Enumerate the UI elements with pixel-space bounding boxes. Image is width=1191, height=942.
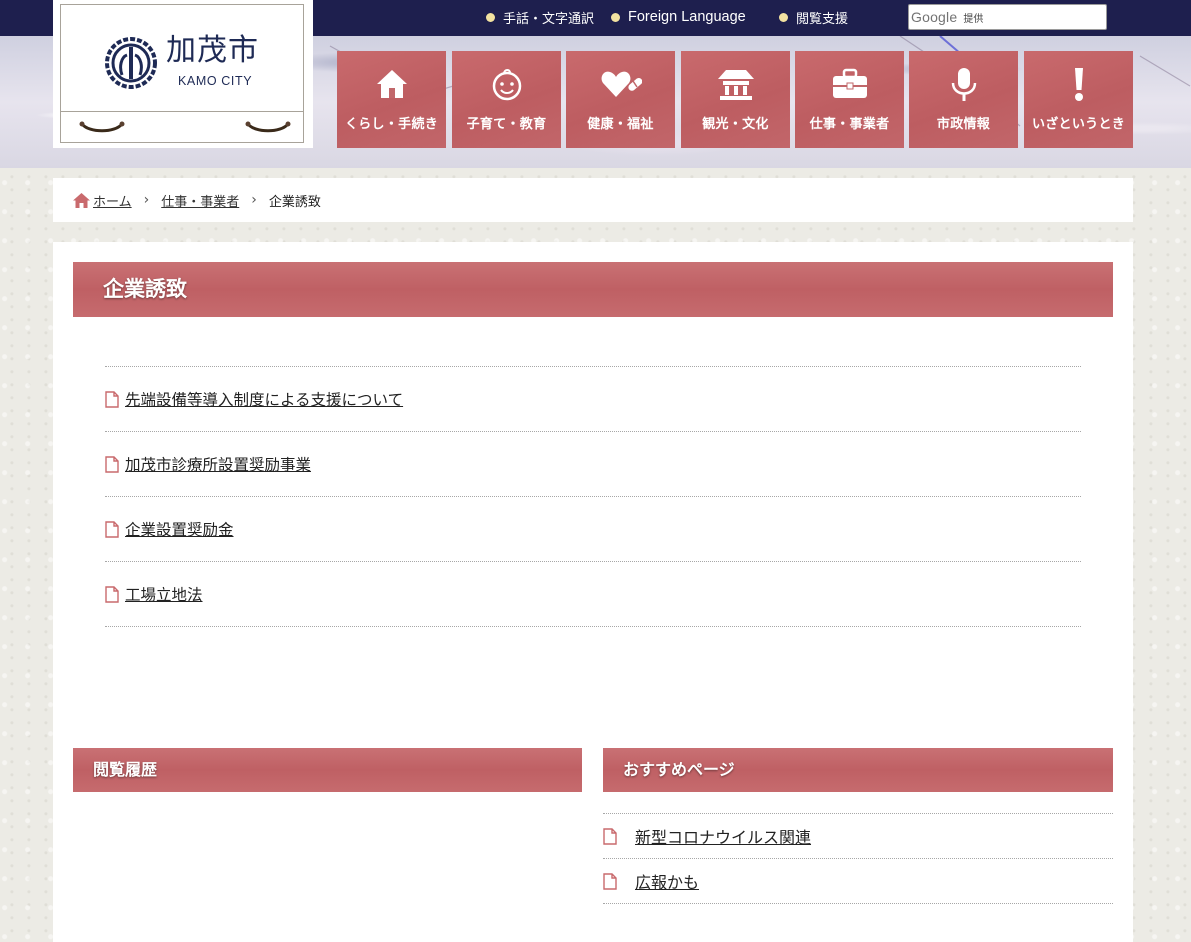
breadcrumb-separator: › (251, 192, 257, 208)
nav-living-procedures[interactable]: くらし・手続き (337, 51, 446, 148)
list-item: 先端設備等導入制度による支援について (105, 367, 1081, 432)
city-name-english: KAMO CITY (178, 74, 253, 88)
document-icon (105, 585, 119, 603)
sign-language-label: 手話・文字通訳 (503, 10, 595, 26)
document-icon (603, 827, 617, 845)
house-icon (376, 70, 407, 98)
breadcrumb-home-link[interactable]: ホーム (93, 191, 132, 210)
breadcrumb-home[interactable]: ホーム (73, 191, 132, 210)
google-logo: Google (911, 9, 958, 25)
nav-label: くらし・手続き (344, 117, 439, 132)
accessibility-support-label: 閲覧支援 (796, 10, 849, 26)
nav-label: 健康・福祉 (587, 117, 654, 132)
document-icon (105, 390, 119, 408)
child-face-icon (492, 69, 521, 101)
link-business-establishment-grant[interactable]: 企業設置奨励金 (125, 518, 234, 540)
breadcrumb-current: 企業誘致 (268, 194, 321, 210)
site-logo[interactable]: 加茂市 KAMO CITY (53, 0, 313, 148)
breadcrumb-parent-link[interactable]: 仕事・事業者 (161, 191, 239, 210)
list-item: 工場立地法 (105, 562, 1081, 627)
logo-card: 加茂市 KAMO CITY (60, 4, 304, 143)
list-item: 企業設置奨励金 (105, 497, 1081, 562)
logo-divider (61, 111, 303, 112)
nav-label: 観光・文化 (702, 117, 769, 132)
breadcrumb-separator: › (143, 192, 150, 208)
nav-label: 市政情報 (936, 117, 991, 132)
list-item: 新型コロナウイルス関連 (603, 814, 1113, 859)
nav-work-business[interactable]: 仕事・事業者 (795, 51, 904, 148)
list-item: 広報かも (603, 859, 1113, 904)
recommended-list: 新型コロナウイルス関連 広報かも (603, 813, 1113, 904)
briefcase-icon (832, 68, 867, 98)
page-title: 企業誘致 (73, 262, 1113, 317)
nav-tourism-culture[interactable]: 観光・文化 (681, 51, 790, 148)
main-content: 企業誘致 先端設備等導入制度による支援について 加茂市診療所設置奨励事業 企業設… (53, 242, 1133, 942)
home-icon (73, 192, 90, 208)
breadcrumb: ホーム › 仕事・事業者 › 企業誘致 (53, 178, 1133, 222)
link-clinic-establishment-incentive[interactable]: 加茂市診療所設置奨励事業 (125, 453, 311, 475)
site-search-input[interactable]: Google 提供 (908, 4, 1107, 30)
nav-label: 子育て・教育 (466, 117, 547, 132)
foreign-language-label: Foreign Language (628, 9, 746, 25)
browsing-history-heading: 閲覧履歴 (73, 748, 582, 792)
nav-label: いざというとき (1031, 117, 1126, 132)
city-emblem-icon (105, 37, 157, 89)
nav-emergency[interactable]: いざというとき (1024, 51, 1133, 148)
link-factory-location-act[interactable]: 工場立地法 (125, 583, 203, 605)
sign-language-link[interactable]: 手話・文字通訳 (486, 8, 594, 26)
page-link-list: 先端設備等導入制度による支援について 加茂市診療所設置奨励事業 企業設置奨励金 … (105, 366, 1081, 627)
temple-icon (717, 70, 754, 100)
recommended-pages-heading: おすすめページ (603, 748, 1113, 792)
link-advanced-equipment-support[interactable]: 先端設備等導入制度による支援について (125, 388, 403, 410)
list-item: 加茂市診療所設置奨励事業 (105, 432, 1081, 497)
nav-label: 仕事・事業者 (809, 117, 890, 132)
chest-handle-icon (79, 121, 125, 133)
document-icon (105, 455, 119, 473)
city-name: 加茂市 (166, 33, 259, 68)
exclamation-icon (1074, 68, 1083, 101)
document-icon (603, 872, 617, 890)
link-kouhou-kamo[interactable]: 広報かも (635, 869, 699, 893)
nav-childcare-education[interactable]: 子育て・教育 (452, 51, 561, 148)
nav-health-welfare[interactable]: 健康・福祉 (566, 51, 675, 148)
link-covid-related[interactable]: 新型コロナウイルス関連 (635, 824, 811, 848)
heart-pill-icon (601, 71, 642, 97)
bullet-icon (486, 12, 495, 22)
bullet-icon (779, 12, 788, 22)
chest-handle-icon (245, 121, 291, 133)
microphone-icon (951, 68, 976, 101)
nav-city-administration[interactable]: 市政情報 (909, 51, 1018, 148)
accessibility-support-link[interactable]: 閲覧支援 (779, 8, 848, 26)
foreign-language-link[interactable]: Foreign Language (611, 8, 746, 26)
document-icon (105, 520, 119, 538)
search-provider-text: 提供 (963, 13, 984, 25)
bullet-icon (611, 12, 620, 22)
